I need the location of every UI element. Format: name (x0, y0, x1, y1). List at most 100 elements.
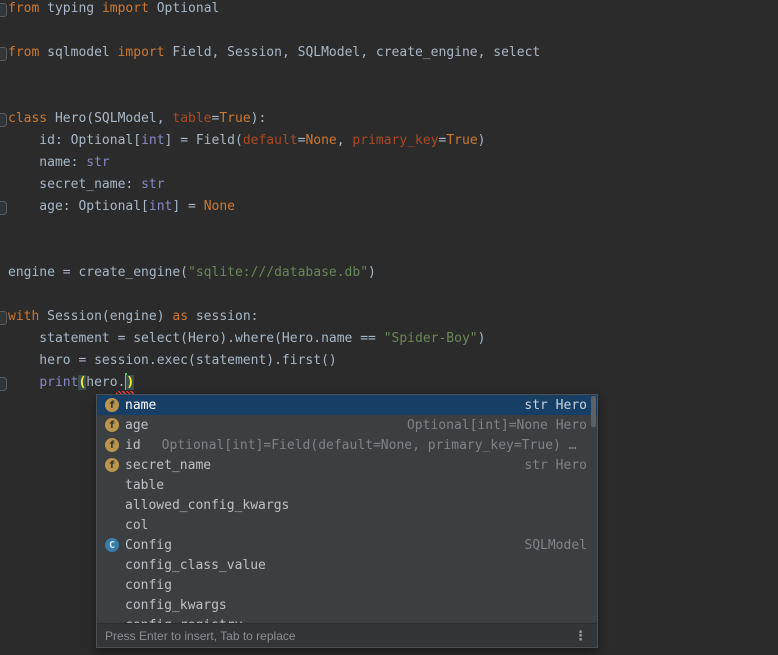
code-token: str (141, 177, 164, 192)
code-token: Field, Session, SQLModel, create_engine,… (165, 45, 541, 60)
code-token: id: Optional[ (8, 133, 141, 148)
code-line-7[interactable]: id: Optional[int] = Field(default=None, … (0, 130, 778, 152)
code-token: hero = session.exec(statement).first() (8, 353, 337, 368)
code-token: Hero(SQLModel, (47, 111, 172, 126)
completion-item-label: col (125, 518, 148, 533)
code-token: hero. (86, 375, 125, 390)
completion-item-label: config (125, 578, 172, 593)
completion-item-allowed_config_kwargs[interactable]: allowed_config_kwargs (97, 495, 597, 515)
code-line-6[interactable]: class Hero(SQLModel, table=True): (0, 108, 778, 130)
code-token: engine = create_engine( (8, 265, 188, 280)
code-token: None (204, 199, 235, 214)
code-token: ) (126, 375, 134, 390)
completion-list: fnamestr HerofageOptional[int]=None Hero… (97, 395, 597, 623)
code-token: ): (251, 111, 267, 126)
field-icon-slot: f (104, 458, 120, 472)
code-line-11[interactable] (0, 218, 778, 240)
completion-item-label: table (125, 478, 164, 493)
completion-item-config_registry[interactable]: config_registry (97, 615, 597, 623)
code-line-1[interactable]: from typing import Optional (0, 0, 778, 20)
field-icon: f (105, 438, 119, 452)
completion-item-type: Optional[int]=None Hero (407, 418, 587, 433)
code-token: sqlmodel (39, 45, 117, 60)
code-line-12[interactable] (0, 240, 778, 262)
code-token: ] = Field( (165, 133, 243, 148)
code-line-17[interactable]: hero = session.exec(statement).first() (0, 350, 778, 372)
code-line-15[interactable]: with Session(engine) as session: (0, 306, 778, 328)
code-token: statement = select(Hero).where(Hero.name… (8, 331, 384, 346)
gutter-icon (0, 47, 7, 61)
code-line-14[interactable] (0, 284, 778, 306)
completion-item-type: str Hero (524, 458, 587, 473)
code-editor[interactable]: from typing import Optional from sqlmodel… (0, 0, 778, 394)
code-token: class (8, 111, 47, 126)
field-icon: f (105, 458, 119, 472)
field-icon: f (105, 418, 119, 432)
completion-footer: Press Enter to insert, Tab to replace ⋮ (97, 623, 597, 647)
code-token: ] = (172, 199, 203, 214)
code-token (8, 375, 39, 390)
completion-item-label: config_class_value (125, 558, 266, 573)
kebab-menu-icon[interactable]: ⋮ (570, 627, 591, 644)
completion-item-label: age (125, 418, 148, 433)
code-token: typing (39, 1, 102, 16)
code-token: as (172, 309, 188, 324)
completion-item-label: id (125, 438, 141, 453)
code-token: session: (188, 309, 258, 324)
code-token: import (118, 45, 165, 60)
code-token: age: Optional[ (8, 199, 149, 214)
code-token: ) (478, 133, 486, 148)
code-token: print (39, 375, 78, 390)
code-line-2[interactable] (0, 20, 778, 42)
field-icon-slot: f (104, 418, 120, 432)
gutter-icon (0, 3, 7, 17)
code-token: True (446, 133, 477, 148)
completion-item-age[interactable]: fage Optional[int]=None Hero (97, 415, 597, 435)
code-token: import (102, 1, 149, 16)
completion-item-secret_name[interactable]: f secret_name str Hero (97, 455, 597, 475)
code-token: with (8, 309, 39, 324)
gutter-icon (0, 377, 7, 391)
completion-item-name[interactable]: fnamestr Hero (97, 395, 597, 415)
completion-item-config[interactable]: config (97, 575, 597, 595)
field-icon: f (105, 398, 119, 412)
code-line-3[interactable]: from sqlmodel import Field, Session, SQL… (0, 42, 778, 64)
code-line-10[interactable]: age: Optional[int] = None (0, 196, 778, 218)
completion-item-label: Config (125, 538, 172, 553)
code-line-9[interactable]: secret_name: str (0, 174, 778, 196)
completion-item-config_kwargs[interactable]: config_kwargs (97, 595, 597, 615)
code-token: secret_name: (8, 177, 141, 192)
code-token: table (172, 111, 211, 126)
code-token: str (86, 155, 109, 170)
code-token: default (243, 133, 298, 148)
completion-item-type: SQLModel (524, 538, 587, 553)
field-icon-slot: f (104, 398, 120, 412)
code-line-16[interactable]: statement = select(Hero).where(Hero.name… (0, 328, 778, 350)
completion-item-label: config_kwargs (125, 598, 227, 613)
completion-item-col[interactable]: col (97, 515, 597, 535)
completion-item-id[interactable]: fid Optional[int]=Field(default=None, pri… (97, 435, 597, 455)
completion-item-label: config_registry (125, 618, 242, 624)
completion-item-table[interactable]: table (97, 475, 597, 495)
ide-editor-window: from typing import Optional from sqlmodel… (0, 0, 778, 655)
code-line-5[interactable] (0, 86, 778, 108)
gutter-icon (0, 201, 7, 215)
class-icon: C (105, 538, 119, 552)
completion-popup: fnamestr HerofageOptional[int]=None Hero… (96, 394, 598, 648)
code-line-8[interactable]: name: str (0, 152, 778, 174)
code-token: from (8, 45, 39, 60)
completion-item-type: str Hero (524, 398, 587, 413)
completion-item-Config[interactable]: C Config SQLModel (97, 535, 597, 555)
completion-item-label: allowed_config_kwargs (125, 498, 289, 513)
gutter-icon (0, 311, 7, 325)
popup-scrollbar-thumb[interactable] (591, 396, 596, 427)
code-line-4[interactable] (0, 64, 778, 86)
code-token: primary_key (352, 133, 438, 148)
code-token: "Spider-Boy" (384, 331, 478, 346)
code-token: None (305, 133, 336, 148)
completion-item-label: secret_name (125, 458, 211, 473)
completion-item-config_class_value[interactable]: config_class_value (97, 555, 597, 575)
field-icon-slot: f (104, 438, 120, 452)
code-line-13[interactable]: engine = create_engine("sqlite:///databa… (0, 262, 778, 284)
completion-item-signature: Optional[int]=Field(default=None, primar… (162, 438, 577, 453)
